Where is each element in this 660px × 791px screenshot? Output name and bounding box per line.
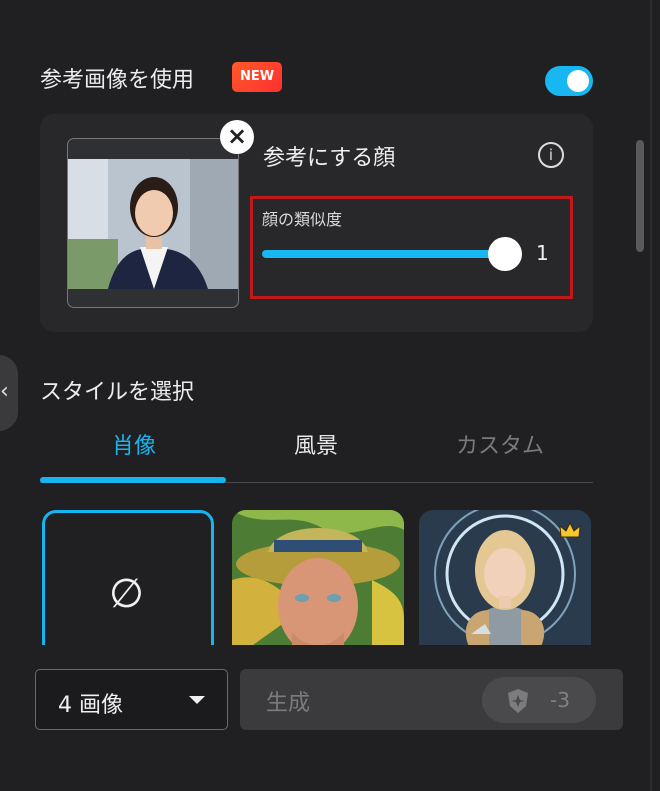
dropdown-caret-icon <box>189 696 205 704</box>
remove-reference-button[interactable]: × <box>220 120 254 154</box>
portrait-image <box>68 159 238 289</box>
panel-divider <box>650 0 652 791</box>
crown-icon <box>559 521 581 538</box>
reference-face-thumbnail[interactable] <box>67 138 239 308</box>
similarity-value: 1 <box>536 241 549 265</box>
similarity-slider-handle[interactable] <box>488 237 522 271</box>
active-tab-indicator <box>40 477 226 483</box>
reference-image-title: 参考画像を使用 <box>40 68 195 93</box>
style-option-fantasy[interactable] <box>419 510 591 660</box>
tab-landscape[interactable]: 風景 <box>226 428 406 460</box>
chevron-left-icon: ‹ <box>0 379 9 404</box>
scrollbar[interactable] <box>636 140 644 252</box>
image-count-select[interactable]: 4 画像 <box>35 669 228 730</box>
similarity-slider-track[interactable] <box>262 250 506 258</box>
new-badge: NEW <box>232 62 283 92</box>
credit-shield-icon <box>508 689 528 713</box>
tab-custom[interactable]: カスタム <box>410 428 590 460</box>
credit-cost-value: -3 <box>550 688 570 712</box>
style-section-title: スタイルを選択 <box>40 380 195 405</box>
image-count-label: 4 画像 <box>58 693 123 718</box>
collapse-panel-button[interactable]: ‹ <box>0 355 18 431</box>
style-option-painting[interactable] <box>232 510 404 660</box>
none-style-icon: ∅ <box>109 571 144 617</box>
generate-label: 生成 <box>266 691 311 716</box>
info-icon[interactable]: i <box>538 142 564 168</box>
credit-cost-pill: -3 <box>482 677 596 723</box>
similarity-label: 顔の類似度 <box>262 210 343 229</box>
toggle-knob <box>567 70 589 92</box>
tab-portrait[interactable]: 肖像 <box>44 428 224 460</box>
style-option-none[interactable]: ∅ <box>42 510 214 660</box>
reference-face-title: 参考にする顔 <box>263 146 396 171</box>
generate-button[interactable]: 生成 -3 <box>240 669 623 730</box>
reference-image-toggle[interactable] <box>545 66 593 96</box>
painting-style-image <box>232 510 404 660</box>
